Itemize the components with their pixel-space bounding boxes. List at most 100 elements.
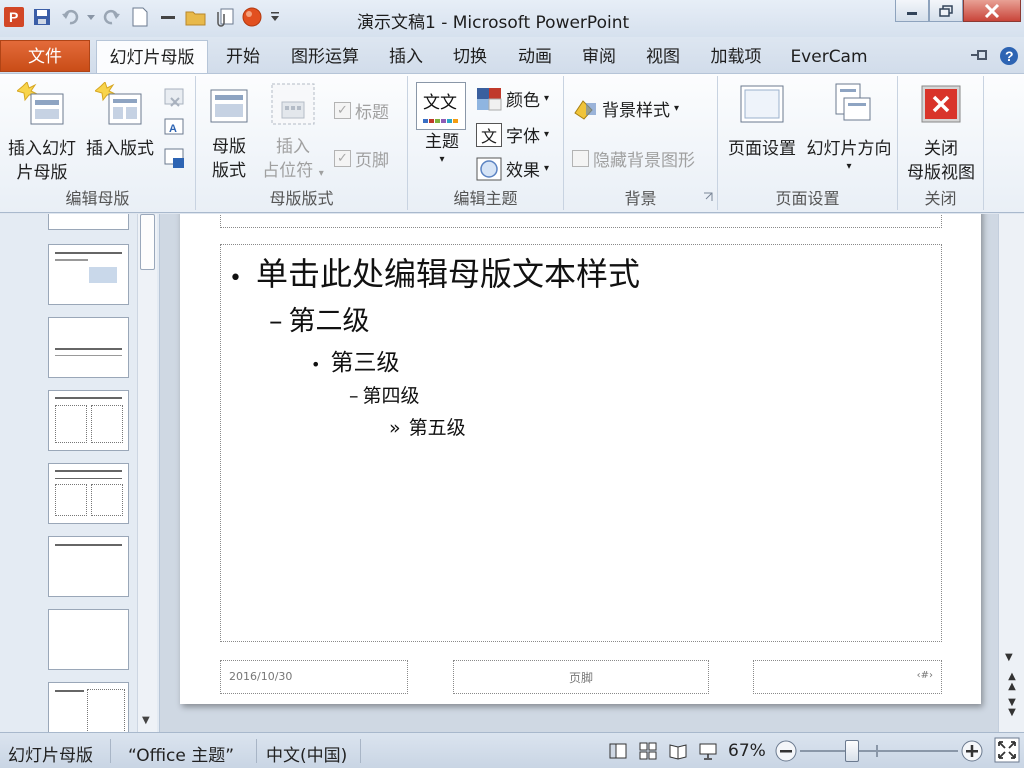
thumbnails-scrollbar[interactable]: ▼	[137, 214, 157, 732]
open-folder-icon[interactable]	[184, 5, 208, 29]
master-layout-button[interactable]: 母版 版式	[202, 86, 256, 183]
group-master-layout: 母版 版式 插入 占位符 ▾ ✓ 标题 ✓ 页脚 母版版式	[196, 76, 408, 210]
slide-sorter-view-icon[interactable]	[638, 741, 658, 761]
save-icon[interactable]	[30, 5, 54, 29]
zoom-in-icon[interactable]	[960, 739, 984, 763]
footer-checkbox[interactable]: ✓ 页脚	[334, 146, 389, 171]
title-placeholder[interactable]	[220, 214, 942, 228]
footer-placeholder[interactable]: 页脚	[453, 660, 709, 694]
delete-slide-icon[interactable]	[162, 86, 186, 110]
tab-transitions[interactable]: 切换	[444, 40, 496, 74]
page-setup-button[interactable]: 页面设置	[722, 82, 802, 161]
slide-vertical-scrollbar[interactable]: ▼ ▲ ▲ ▼ ▼	[998, 214, 1024, 732]
tab-addins[interactable]: 加载项	[700, 40, 772, 74]
reading-view-icon[interactable]	[668, 741, 688, 761]
new-document-icon[interactable]	[128, 5, 152, 29]
insert-placeholder-button[interactable]: 插入 占位符 ▾	[262, 80, 324, 186]
slide-number-text: ‹#›	[916, 670, 933, 681]
fit-to-window-icon[interactable]	[994, 737, 1020, 763]
ribbon-tabs: 文件 幻灯片母版 开始 图形运算 插入 切换 动画 审阅 视图 加载项 Ever…	[0, 37, 1024, 75]
preserve-icon[interactable]	[162, 146, 186, 170]
effects-button[interactable]: 效果 ▾	[476, 156, 549, 181]
close-window-button[interactable]	[963, 0, 1021, 22]
status-language[interactable]: 中文(中国)	[266, 741, 347, 766]
fonts-icon: 文	[476, 122, 502, 147]
tab-slide-master[interactable]: 幻灯片母版	[96, 40, 208, 75]
slide-orientation-label: 幻灯片方向	[806, 139, 892, 159]
thumbnail-layout-5[interactable]	[48, 463, 129, 524]
theme-icon: 文文	[416, 82, 466, 130]
footer-text: 页脚	[568, 671, 593, 685]
thumbnail-layout-1[interactable]	[48, 214, 129, 230]
close-master-view-button[interactable]: 关闭 母版视图	[900, 82, 982, 185]
title-checkbox-box[interactable]: ✓	[334, 102, 351, 119]
minus-icon[interactable]	[156, 5, 180, 29]
view-buttons	[608, 741, 718, 761]
tab-shape-ops[interactable]: 图形运算	[282, 40, 368, 74]
background-styles-label: 背景样式	[602, 101, 670, 121]
colors-button[interactable]: 颜色 ▾	[476, 86, 549, 111]
scroll-down-arrow-icon[interactable]: ▼	[1005, 652, 1013, 663]
hide-background-checkbox[interactable]: 隐藏背景图形	[572, 146, 695, 171]
tab-insert[interactable]: 插入	[380, 40, 432, 74]
redo-icon[interactable]	[100, 5, 124, 29]
rename-icon[interactable]: A	[162, 116, 186, 140]
normal-view-icon[interactable]	[608, 741, 628, 761]
zoom-slider-track[interactable]	[800, 750, 958, 752]
slide-master-canvas: • 单击此处编辑母版文本样式 – 第二级 • 第三级 – 第四级 » 第五级 2016/1…	[180, 214, 981, 704]
zoom-slider-thumb[interactable]	[845, 740, 859, 762]
insert-placeholder-label-2: 占位符 ▾	[262, 161, 324, 181]
hide-background-checkbox-box[interactable]	[572, 150, 589, 167]
slide-show-icon[interactable]	[698, 741, 718, 761]
thumbnail-layout-4[interactable]	[48, 390, 129, 451]
background-styles-dropdown-icon: ▾	[674, 103, 680, 114]
help-icon[interactable]: ?	[998, 45, 1020, 71]
customize-qat-icon[interactable]	[268, 5, 282, 29]
insert-layout-button[interactable]: 插入版式	[82, 81, 158, 161]
master-layout-label-2: 版式	[212, 161, 246, 181]
thumbnail-layout-2[interactable]	[48, 244, 129, 305]
text-level-1: • 单击此处编辑母版文本样式	[229, 255, 640, 293]
powerpoint-logo-icon[interactable]: P	[2, 5, 26, 29]
title-checkbox[interactable]: ✓ 标题	[334, 98, 389, 123]
body-placeholder[interactable]: • 单击此处编辑母版文本样式 – 第二级 • 第三级 – 第四级 » 第五级	[220, 244, 942, 642]
undo-icon[interactable]	[58, 5, 82, 29]
thumbnails-scroll-thumb[interactable]	[140, 214, 155, 270]
attachment-icon[interactable]	[212, 5, 236, 29]
tab-evercam[interactable]: EverCam	[782, 40, 876, 74]
tab-view[interactable]: 视图	[636, 40, 690, 74]
slide-orientation-button[interactable]: 幻灯片方向 ▾	[802, 82, 896, 173]
status-theme-name: “Office 主题”	[128, 746, 235, 766]
thumbnail-layout-6[interactable]	[48, 536, 129, 597]
fonts-label: 字体	[506, 127, 540, 147]
tab-review[interactable]: 审阅	[573, 40, 625, 74]
theme-button[interactable]: 文文 主题 ▾	[416, 82, 468, 166]
restore-button[interactable]	[929, 0, 963, 22]
thumbnails-scroll-down-icon[interactable]: ▼	[142, 715, 150, 726]
tab-animations[interactable]: 动画	[508, 40, 562, 74]
insert-slide-master-button[interactable]: 插入幻灯 片母版	[4, 81, 80, 185]
zoom-level[interactable]: 67%	[728, 741, 766, 761]
undo-dropdown-icon[interactable]	[86, 5, 96, 29]
record-icon[interactable]	[240, 5, 264, 29]
footer-checkbox-label: 页脚	[355, 151, 389, 171]
theme-label: 主题	[425, 132, 459, 152]
fonts-button[interactable]: 文 字体 ▾	[476, 122, 549, 147]
theme-dropdown-icon: ▾	[439, 154, 445, 165]
thumbnail-layout-3[interactable]	[48, 317, 129, 378]
footer-checkbox-box[interactable]: ✓	[334, 150, 351, 167]
group-label-background: 背景	[624, 189, 657, 208]
insert-slide-master-icon	[15, 81, 64, 125]
zoom-out-icon[interactable]	[774, 739, 798, 763]
previous-slide-icon[interactable]: ▲ ▲	[1003, 672, 1021, 694]
next-slide-icon[interactable]: ▼ ▼	[1003, 698, 1021, 720]
thumbnail-layout-8[interactable]	[48, 682, 129, 732]
thumbnail-layout-7[interactable]	[48, 609, 129, 670]
tab-file[interactable]: 文件	[0, 40, 90, 72]
minimize-button[interactable]	[895, 0, 929, 22]
pin-ribbon-icon[interactable]	[968, 45, 990, 71]
slide-number-placeholder[interactable]: ‹#›	[753, 660, 942, 694]
date-placeholder[interactable]: 2016/10/30	[220, 660, 408, 694]
tab-home[interactable]: 开始	[216, 40, 270, 74]
background-styles-button[interactable]: 背景样式 ▾	[572, 96, 679, 121]
